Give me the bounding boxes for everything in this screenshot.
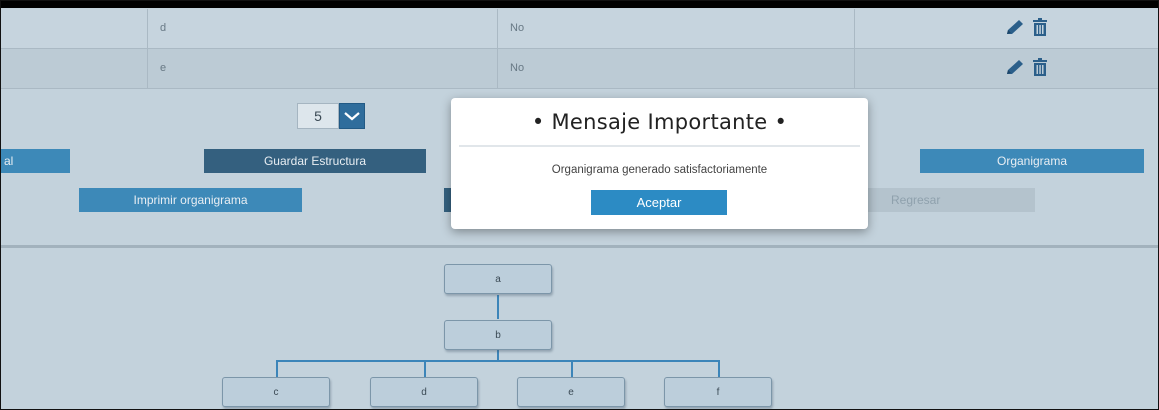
print-organigrama-button[interactable]: Imprimir organigrama xyxy=(79,188,302,212)
cell-name: d xyxy=(147,9,497,48)
modal-message: Organigrama generado satisfactoriamente xyxy=(551,164,768,176)
back-button[interactable]: Regresar xyxy=(867,188,1035,212)
table-row: e No xyxy=(1,49,1158,89)
connector-line xyxy=(497,295,499,319)
org-node-child[interactable]: e xyxy=(517,377,625,407)
org-node-child[interactable]: c xyxy=(222,377,330,407)
connector-line xyxy=(571,360,573,377)
table-row: d No xyxy=(1,9,1158,49)
cell-name: e xyxy=(147,49,497,88)
connector-line xyxy=(718,360,720,377)
cell-flag: No xyxy=(497,49,854,88)
pencil-icon[interactable] xyxy=(1004,18,1026,41)
connector-line xyxy=(276,360,278,377)
trash-icon[interactable] xyxy=(1032,17,1048,41)
row-actions xyxy=(1004,17,1048,41)
page-size-value[interactable]: 5 xyxy=(297,103,339,129)
row-actions xyxy=(1004,57,1048,81)
cell-flag: No xyxy=(497,9,854,48)
partial-button[interactable]: al xyxy=(1,149,70,173)
org-node-child[interactable]: f xyxy=(664,377,772,407)
org-node-level1[interactable]: b xyxy=(444,320,552,350)
connector-line xyxy=(276,360,720,362)
save-structure-button[interactable]: Guardar Estructura xyxy=(204,149,426,173)
trash-icon[interactable] xyxy=(1032,57,1048,81)
top-border xyxy=(1,1,1158,8)
pencil-icon[interactable] xyxy=(1004,58,1026,81)
page-size-select[interactable]: 5 xyxy=(297,103,369,129)
modal-divider xyxy=(459,145,860,147)
section-divider xyxy=(1,245,1158,248)
accept-button[interactable]: Aceptar xyxy=(591,190,727,215)
modal-title: • Mensaje Importante • xyxy=(531,110,788,134)
app-frame: d No e No 5 al Guardar Estructura Organi… xyxy=(0,0,1159,410)
org-node-root[interactable]: a xyxy=(444,264,552,294)
organigrama-button[interactable]: Organigrama xyxy=(920,149,1144,173)
connector-line xyxy=(424,360,426,377)
chevron-down-icon[interactable] xyxy=(339,103,365,129)
org-node-child[interactable]: d xyxy=(370,377,478,407)
message-modal: • Mensaje Importante • Organigrama gener… xyxy=(451,98,868,229)
